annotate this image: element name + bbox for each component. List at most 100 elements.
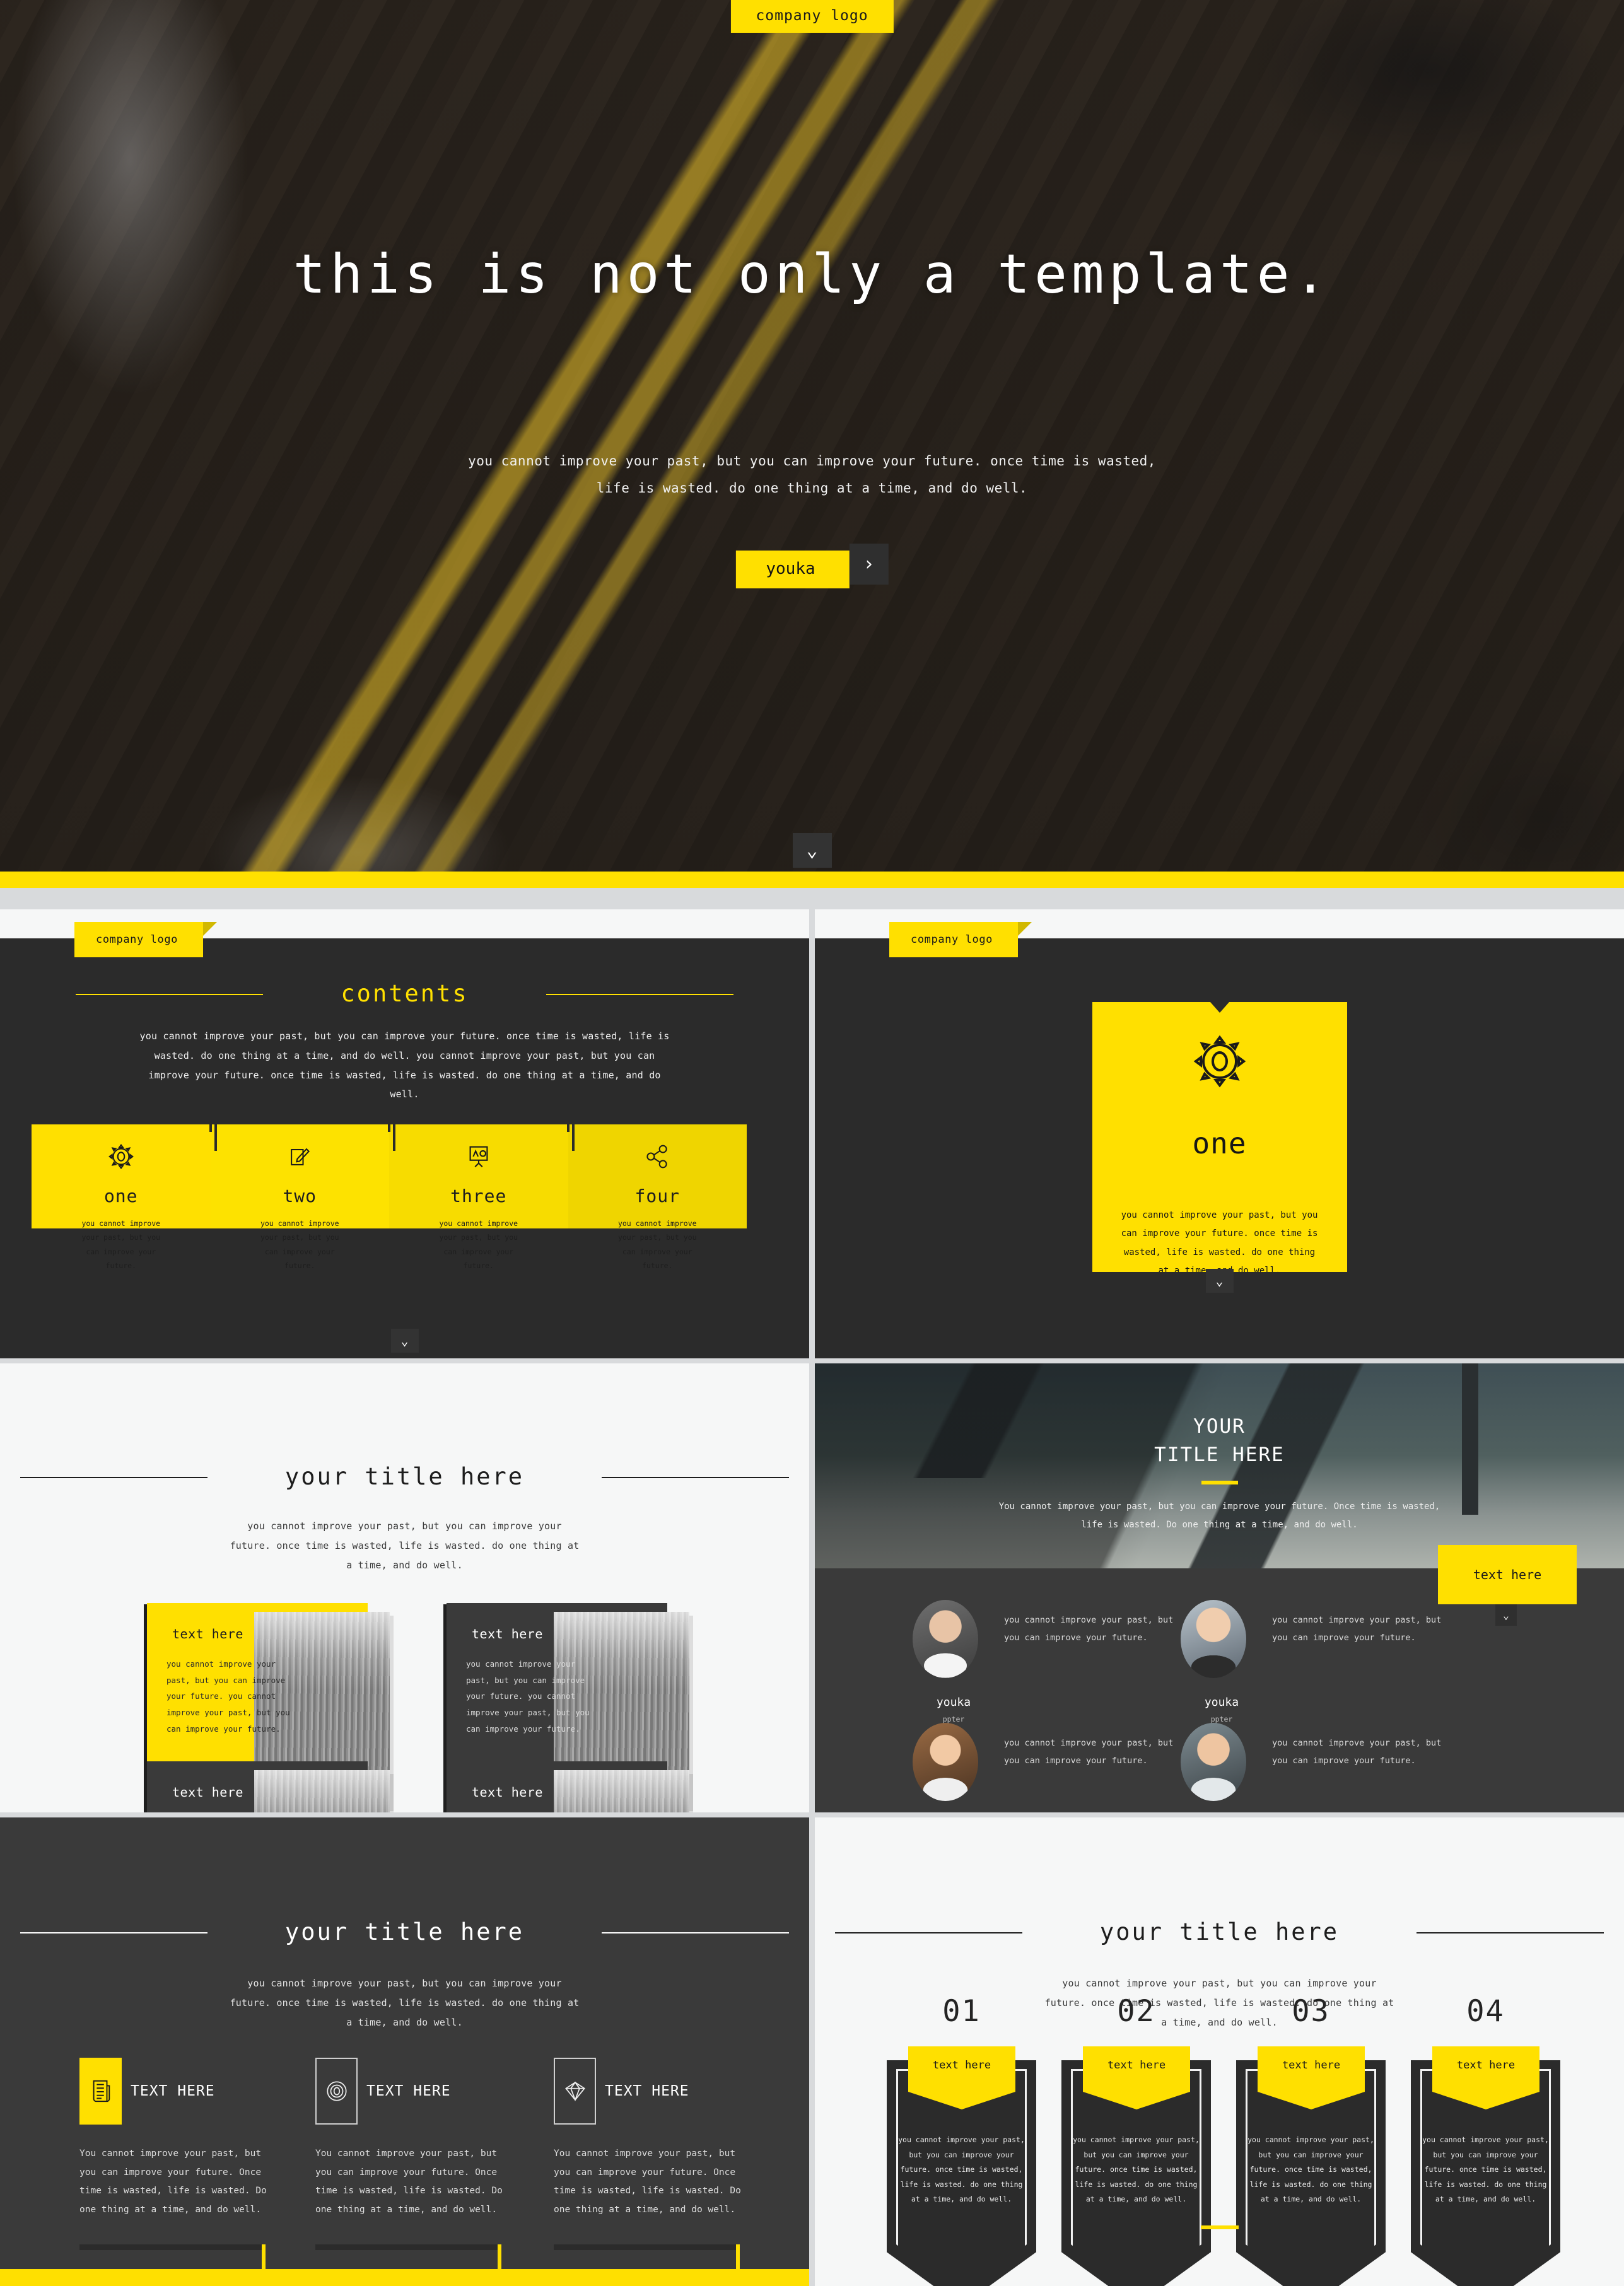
team-member-name: youka: [936, 1696, 971, 1709]
step-number: 02: [1117, 1994, 1155, 2029]
gallery-card-text: you cannot improve your past, but you ca…: [166, 1659, 290, 1734]
presentation-board-icon: [389, 1140, 568, 1173]
chevron-down-icon[interactable]: ⌄: [1205, 1269, 1234, 1293]
gallery-card[interactable]: text here you cannot improve your past, …: [443, 1761, 689, 1812]
contents-card-text: you cannot improve your past, but you ca…: [260, 1219, 339, 1271]
feature-text: You cannot improve your past, but you ca…: [79, 2149, 267, 2215]
target-icon: [315, 2058, 358, 2125]
team-member-role: ppter: [942, 1715, 965, 1723]
feature-text: You cannot improve your past, but you ca…: [554, 2149, 741, 2215]
hero-accent-bar: [0, 872, 1624, 888]
contents-slide: company logo contents you cannot improve…: [0, 909, 809, 1358]
company-logo-tab[interactable]: company logo: [74, 922, 218, 957]
gear-icon: [32, 1140, 211, 1173]
feature-label: TEXT HERE: [605, 2083, 689, 2099]
avatar: [913, 1600, 978, 1678]
contents-card-one[interactable]: one you cannot improve your past, but yo…: [32, 1124, 211, 1270]
divider-tick: [209, 1103, 212, 1132]
hero-cta[interactable]: youka ›: [735, 544, 889, 588]
contents-title: contents: [76, 980, 733, 1007]
section-one-name: one: [1192, 1126, 1247, 1160]
city-photo: [254, 1770, 390, 1812]
contents-card-text: you cannot improve your past, but you ca…: [81, 1219, 161, 1271]
company-logo-tab-label: company logo: [96, 933, 178, 946]
city-photo: [554, 1770, 689, 1812]
chevron-down-icon[interactable]: ⌄: [792, 833, 832, 868]
rule-right: [602, 1932, 790, 1933]
gallery-body: you cannot improve your past, but you ca…: [230, 1520, 580, 1571]
footer-dash: [1200, 2225, 1239, 2229]
steps-title: your title here: [834, 1918, 1604, 1945]
company-logo-badge[interactable]: company logo: [730, 0, 894, 33]
feature-column[interactable]: TEXT HERE You cannot improve your past, …: [315, 2058, 505, 2286]
steps-slide: your title here you cannot improve your …: [815, 1817, 1624, 2286]
team-member[interactable]: you cannot improve your past, but you ca…: [913, 1723, 1209, 1812]
features-heading: your title here: [0, 1918, 809, 1945]
card-notch: [1210, 1002, 1229, 1013]
chevron-down-icon[interactable]: ⌄: [1495, 1604, 1517, 1626]
avatar: [913, 1723, 978, 1801]
footer-accent-bar: [0, 2269, 809, 2286]
hero-subtitle: you cannot improve your past, but you ca…: [468, 453, 1156, 496]
tab-fold-corner: [1018, 922, 1032, 936]
share-nodes-icon: [568, 1140, 747, 1173]
feature-label: TEXT HERE: [131, 2083, 215, 2099]
team-member-text: you cannot improve your past, but you ca…: [1004, 1615, 1174, 1643]
contents-card-two[interactable]: two you cannot improve your past, but yo…: [209, 1103, 390, 1270]
feature-header: TEXT HERE: [315, 2058, 505, 2125]
step-text: you cannot improve your past, but you ca…: [1073, 2135, 1200, 2204]
feature-label: TEXT HERE: [366, 2083, 451, 2099]
rule-left: [20, 1932, 207, 1933]
team-body: You cannot improve your past, but you ca…: [998, 1502, 1440, 1530]
feature-text: You cannot improve your past, but you ca…: [315, 2149, 503, 2215]
progress-track: [554, 2244, 739, 2250]
diamond-icon: [554, 2058, 596, 2125]
step-number: 01: [942, 1994, 981, 2029]
hero-slide: company logo this is not only a template…: [0, 0, 1624, 888]
rule-right: [1417, 1932, 1604, 1933]
team-member-text: you cannot improve your past, but you ca…: [1004, 1738, 1174, 1766]
progress-track: [315, 2244, 500, 2250]
contents-body: you cannot improve your past, but you ca…: [139, 1030, 670, 1100]
company-logo-tab-label: company logo: [911, 933, 993, 946]
features-slide: your title here you cannot improve your …: [0, 1817, 809, 2286]
team-member[interactable]: you cannot improve your past, but you ca…: [1181, 1723, 1477, 1812]
chevron-down-icon[interactable]: ⌄: [390, 1329, 419, 1353]
divider-tick: [571, 1103, 575, 1151]
features-title: your title here: [20, 1918, 790, 1945]
contents-card-text: you cannot improve your past, but you ca…: [617, 1219, 697, 1271]
step-text: you cannot improve your past, but you ca…: [1422, 2135, 1549, 2204]
contents-card-text: you cannot improve your past, but you ca…: [439, 1219, 518, 1271]
gallery-slide: your title here you cannot improve your …: [0, 1363, 809, 1812]
rule-left: [76, 993, 264, 995]
divider-tick: [388, 1103, 390, 1132]
rule-left: [20, 1476, 207, 1478]
rule-right: [602, 1476, 790, 1478]
divider-tick: [393, 1103, 395, 1151]
section-one-slide: company logo one you cannot improve your…: [815, 909, 1624, 1358]
chevron-right-icon[interactable]: ›: [849, 544, 889, 585]
step-number: 04: [1466, 1994, 1505, 2029]
team-member[interactable]: you cannot improve your past, but you ca…: [913, 1600, 1209, 1735]
gallery-card-title: text here: [472, 1785, 543, 1800]
team-member[interactable]: you cannot improve your past, but you ca…: [1181, 1600, 1477, 1735]
company-logo-tab[interactable]: company logo: [889, 922, 1032, 957]
team-member-text: you cannot improve your past, but you ca…: [1272, 1615, 1442, 1643]
step-text: you cannot improve your past, but you ca…: [898, 2135, 1025, 2204]
gallery-card-title: text here: [172, 1626, 243, 1642]
hero-cta-label[interactable]: youka: [735, 551, 850, 588]
feature-column[interactable]: TEXT HERE You cannot improve your past, …: [79, 2058, 269, 2286]
contents-card-three[interactable]: three you cannot improve your past, but …: [388, 1103, 568, 1270]
feature-column[interactable]: TEXT HERE You cannot improve your past, …: [554, 2058, 743, 2286]
hero-title: this is not only a template.: [293, 243, 1331, 306]
gear-icon: [1092, 1031, 1347, 1092]
team-slide: YOUR TITLE HERE You cannot improve your …: [815, 1363, 1624, 1812]
contents-card-name: three: [450, 1186, 507, 1206]
contents-card-row: one you cannot improve your past, but yo…: [32, 1103, 747, 1270]
contents-card-four[interactable]: four you cannot improve your past, but y…: [566, 1103, 747, 1270]
team-badge[interactable]: text here: [1438, 1545, 1577, 1604]
pencil-edit-icon: [211, 1140, 390, 1173]
gallery-card[interactable]: text here you cannot improve your past, …: [144, 1761, 390, 1812]
section-one-card[interactable]: one you cannot improve your past, but yo…: [1092, 1002, 1347, 1278]
avatar: [1181, 1600, 1246, 1678]
